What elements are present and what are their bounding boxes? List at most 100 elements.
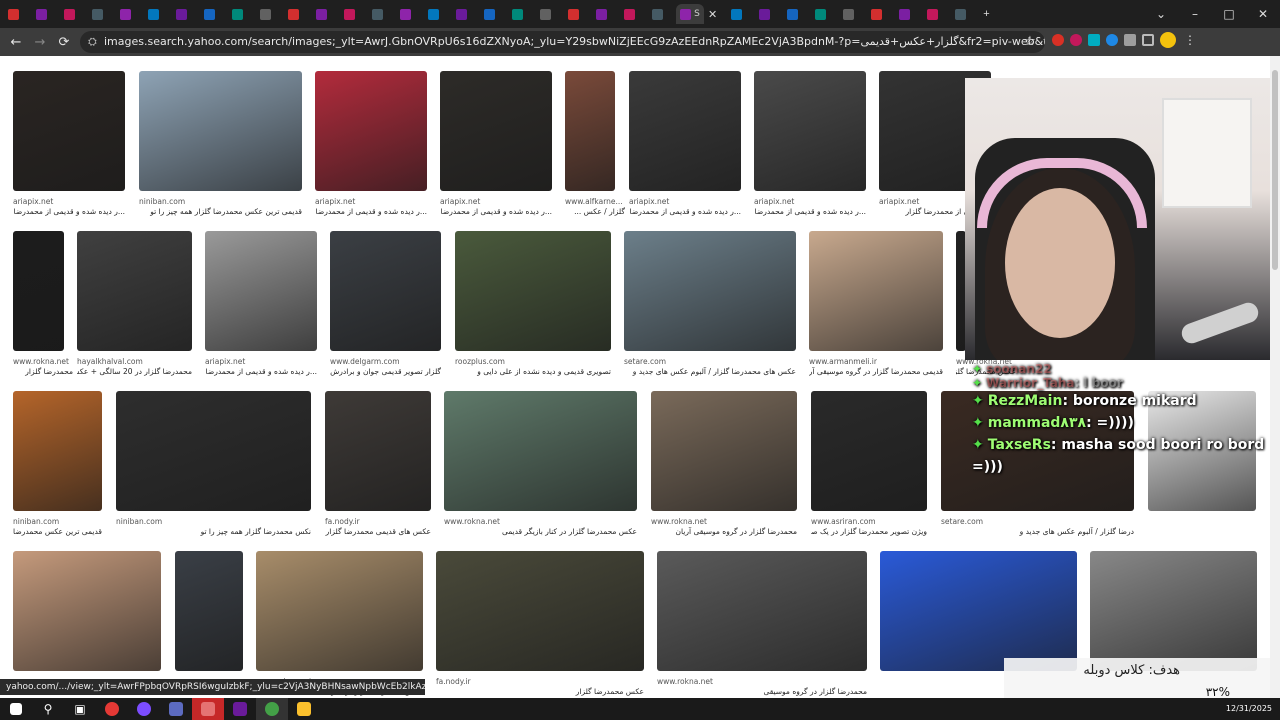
result-source[interactable]: ariapix.net (754, 197, 794, 206)
result-image[interactable] (175, 551, 243, 671)
app-vpn-icon[interactable] (160, 698, 192, 720)
result-source[interactable]: fa.nody.ir (436, 677, 471, 686)
app-discord-icon[interactable] (128, 698, 160, 720)
browser-tab[interactable] (783, 4, 801, 24)
result-source[interactable]: niniban.com (13, 517, 59, 526)
browser-tab[interactable] (839, 4, 857, 24)
result-image[interactable] (754, 71, 866, 191)
result-source[interactable]: roozplus.com (455, 357, 505, 366)
result-image[interactable] (13, 391, 102, 511)
result-image[interactable] (1090, 551, 1257, 671)
browser-tab[interactable] (923, 4, 941, 24)
browser-tab[interactable] (648, 4, 666, 24)
result-caption[interactable]: قدیمی ترین عکس محمدرضا گلزار همه چیز را … (13, 527, 102, 536)
result-image[interactable] (455, 231, 611, 351)
result-caption[interactable]: محمدرضا گلزار (13, 367, 73, 376)
task-view-icon[interactable]: ▣ (64, 698, 96, 720)
browser-tab[interactable] (867, 4, 885, 24)
browser-tab[interactable] (228, 4, 246, 24)
result-caption[interactable]: محمدرضا گلزار در 20 سالگی + عکس (77, 367, 192, 376)
browser-tab[interactable] (32, 4, 50, 24)
extension-red-icon[interactable] (1052, 34, 1064, 46)
reload-button[interactable]: ⟳ (52, 35, 76, 50)
result-image[interactable] (13, 71, 125, 191)
result-caption[interactable]: عکس محمدرضا گلزار در کنار بازیگر قدیمی (444, 527, 637, 536)
result-caption[interactable]: قدیمی ترین عکس محمدرضا گلزار همه چیز را … (139, 207, 302, 216)
site-info-icon[interactable]: ⛭ (88, 31, 97, 53)
new-tab-button[interactable]: + (983, 8, 989, 20)
close-window-button[interactable]: ✕ (1246, 7, 1280, 21)
result-source[interactable]: www.delgarm.com (330, 357, 400, 366)
kebab-menu-icon[interactable]: ⋮ (1182, 32, 1198, 48)
result-source[interactable]: ariapix.net (315, 197, 355, 206)
tab-search-icon[interactable]: ⌄ (1144, 7, 1178, 21)
app-files-icon[interactable] (288, 698, 320, 720)
forward-button[interactable]: → (28, 35, 52, 50)
result-caption[interactable]: گلزار تصویر قدیمی جوان و برادرش را (330, 367, 441, 376)
result-source[interactable]: ariapix.net (879, 197, 919, 206)
result-caption[interactable]: عکس محمدرضا گلزار (436, 687, 644, 696)
bookmark-star-icon[interactable]: ☆ (1018, 34, 1042, 49)
app-r-icon[interactable] (224, 698, 256, 720)
result-source[interactable]: niniban.com (116, 517, 162, 526)
browser-tab[interactable] (620, 4, 638, 24)
result-image[interactable] (440, 71, 552, 191)
result-source[interactable]: ariapix.net (205, 357, 245, 366)
result-image[interactable] (315, 71, 427, 191)
browser-tab[interactable] (895, 4, 913, 24)
result-caption[interactable]: ویژن تصویر محمدرضا گلزار در یک صحنه (811, 527, 927, 536)
browser-tab[interactable] (60, 4, 78, 24)
browser-tab[interactable] (368, 4, 386, 24)
menu-icon[interactable] (1142, 34, 1154, 46)
result-source[interactable]: www.armanmeli.ir (809, 357, 877, 366)
browser-tab[interactable] (480, 4, 498, 24)
result-image[interactable] (13, 551, 161, 671)
result-source[interactable]: setare.com (941, 517, 983, 526)
result-image[interactable] (809, 231, 943, 351)
scrollbar-thumb[interactable] (1272, 70, 1278, 270)
browser-tab[interactable] (396, 4, 414, 24)
result-image[interactable] (139, 71, 302, 191)
result-caption[interactable]: ...ر دیده شده و قدیمی از محمدرضا گلزار (205, 367, 317, 376)
result-image[interactable] (565, 71, 615, 191)
result-source[interactable]: www.rokna.net (13, 357, 69, 366)
result-caption[interactable]: ...ر دیده شده و قدیمی از محمدرضا گلزار (629, 207, 741, 216)
result-caption[interactable]: عکس های قدیمی محمدرضا گلزار - عکس نودی (325, 527, 431, 536)
browser-tab[interactable] (452, 4, 470, 24)
browser-tab[interactable] (144, 4, 162, 24)
result-caption[interactable]: نکس محمدرضا گلزار همه چیز را تو (116, 527, 311, 536)
app-red-icon[interactable] (96, 698, 128, 720)
browser-tab[interactable] (811, 4, 829, 24)
result-source[interactable]: hayalkhalval.com (77, 357, 143, 366)
result-caption[interactable]: قدیمی محمدرضا گلزار در گروه موسیقی آریان (809, 367, 943, 376)
browser-tab[interactable] (4, 4, 22, 24)
result-source[interactable]: fa.nody.ir (325, 517, 360, 526)
result-image[interactable] (330, 231, 441, 351)
result-image[interactable] (325, 391, 431, 511)
browser-tab[interactable] (116, 4, 134, 24)
result-source[interactable]: ariapix.net (629, 197, 669, 206)
result-image[interactable] (624, 231, 796, 351)
search-icon[interactable]: ⚲ (32, 698, 64, 720)
result-image[interactable] (116, 391, 311, 511)
back-button[interactable]: ← (4, 35, 28, 50)
minimize-button[interactable]: – (1178, 7, 1212, 21)
browser-tab[interactable] (508, 4, 526, 24)
result-image[interactable] (444, 391, 637, 511)
result-caption[interactable]: درضا گلزار / آلبوم عکس های جدید و (941, 527, 1134, 536)
browser-tab[interactable]: S (676, 4, 704, 24)
result-source[interactable]: setare.com (624, 357, 666, 366)
result-caption[interactable]: گلزار / عکس ... (565, 207, 625, 216)
result-source[interactable]: www.alfkarne... (565, 197, 623, 206)
result-image[interactable] (629, 71, 741, 191)
browser-tab[interactable] (200, 4, 218, 24)
result-caption[interactable]: ...ر دیده شده و قدیمی از محمدرضا گلزار (13, 207, 125, 216)
browser-tab[interactable] (88, 4, 106, 24)
result-source[interactable]: www.rokna.net (651, 517, 707, 526)
app-co-icon[interactable] (192, 698, 224, 720)
browser-tab[interactable] (564, 4, 582, 24)
result-source[interactable]: www.rokna.net (444, 517, 500, 526)
result-caption[interactable]: عکس های محمدرضا گلزار / آلبوم عکس های جد… (624, 367, 796, 376)
browser-tab[interactable] (536, 4, 554, 24)
start-windows-icon[interactable] (0, 698, 32, 720)
